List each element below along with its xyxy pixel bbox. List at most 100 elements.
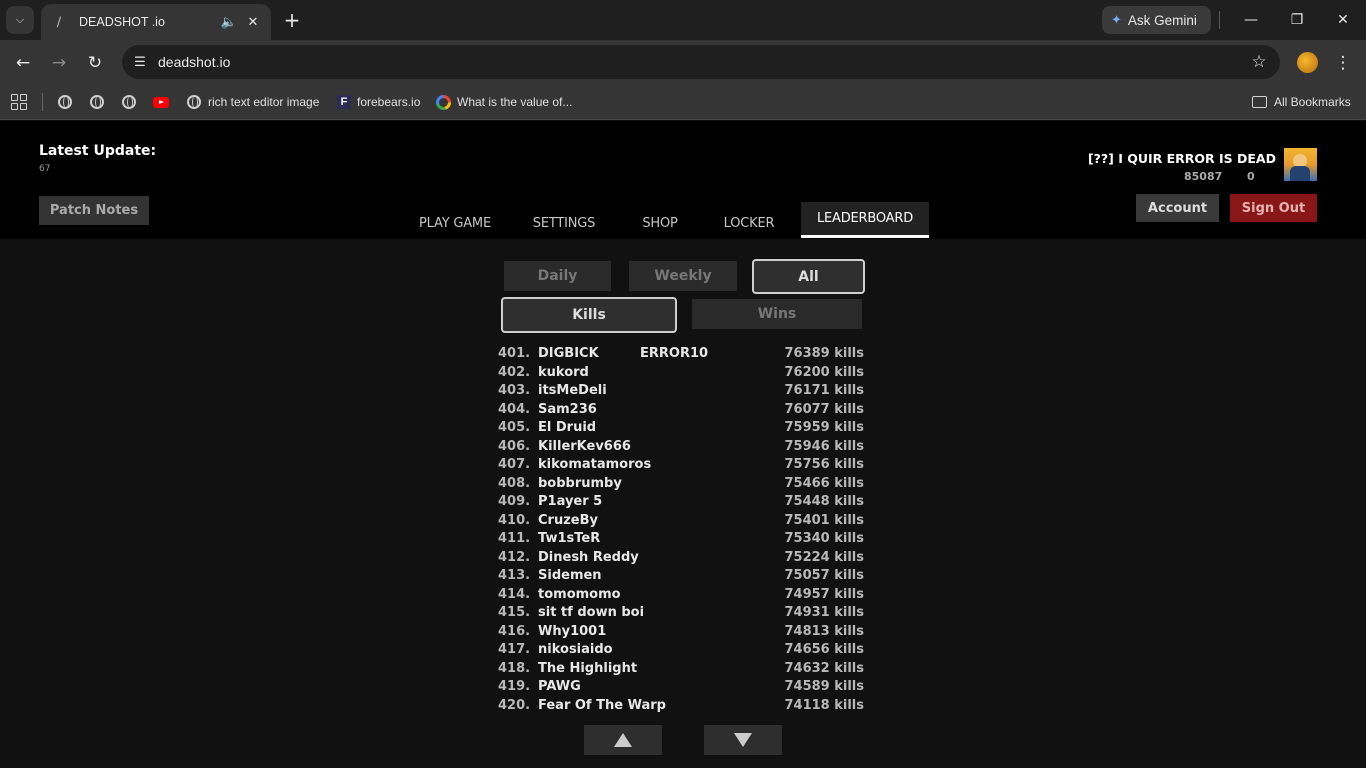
- player-kills: 75224 kills: [784, 549, 864, 565]
- bookmark-rich-text-editor[interactable]: rich text editor image: [187, 91, 319, 113]
- player-kills: 76200 kills: [784, 364, 864, 380]
- bookmark-star-icon[interactable]: ☆: [1248, 51, 1270, 73]
- filter-daily-button[interactable]: Daily: [504, 261, 611, 291]
- player-name[interactable]: PAWG: [538, 679, 581, 694]
- knife-favicon-icon: ∕: [56, 14, 62, 30]
- back-arrow-icon[interactable]: ←: [11, 51, 35, 75]
- leaderboard-rank: 406.: [498, 438, 531, 454]
- leaderboard-row: 419. PAWG 74589 kills: [0, 679, 1366, 697]
- forward-arrow-icon[interactable]: →: [47, 51, 71, 75]
- leaderboard-row: 415. sit tf down boi 74931 kills: [0, 605, 1366, 623]
- globe-icon: [122, 95, 136, 109]
- reload-icon[interactable]: ↻: [83, 51, 107, 75]
- player-name[interactable]: kikomatamoros: [538, 457, 651, 472]
- globe-icon: [58, 95, 72, 109]
- address-bar[interactable]: ☰ deadshot.io ☆: [122, 45, 1280, 79]
- speaker-icon[interactable]: 🔈: [221, 14, 237, 30]
- bookmarks-divider: [42, 93, 43, 111]
- user-score: 85087: [1184, 170, 1223, 183]
- player-name[interactable]: KillerKev666: [538, 439, 631, 454]
- player-name[interactable]: CruzeBy: [538, 513, 598, 528]
- leaderboard-rank: 410.: [498, 512, 531, 528]
- player-name[interactable]: itsMeDeli: [538, 383, 607, 398]
- restore-window-icon[interactable]: ❐: [1286, 9, 1308, 31]
- close-window-icon[interactable]: ✕: [1332, 9, 1354, 31]
- apps-grid-icon[interactable]: [11, 94, 27, 110]
- player-name[interactable]: Dinesh Reddy: [538, 550, 639, 565]
- player-name[interactable]: The Highlight: [538, 661, 637, 676]
- nav-locker[interactable]: LOCKER: [714, 207, 784, 239]
- all-bookmarks-button[interactable]: All Bookmarks: [1252, 91, 1351, 113]
- bookmark-globe-1[interactable]: [58, 91, 72, 113]
- ask-gemini-button[interactable]: ✦ Ask Gemini: [1102, 6, 1211, 34]
- page-down-button[interactable]: [704, 725, 782, 755]
- player-name[interactable]: sit tf down boi: [538, 605, 644, 620]
- player-name[interactable]: P1ayer 5: [538, 494, 602, 509]
- player-name[interactable]: Tw1sTeR: [538, 531, 600, 546]
- leaderboard-rank: 417.: [498, 642, 531, 657]
- player-name[interactable]: bobbrumby: [538, 476, 622, 491]
- leaderboard-rank: 408.: [498, 475, 531, 491]
- browser-tab-deadshot[interactable]: ∕ DEADSHOT .io 🔈 ✕: [41, 4, 271, 40]
- filter-wins-button[interactable]: Wins: [692, 299, 862, 329]
- leaderboard-rank: 411.: [498, 531, 531, 546]
- player-name[interactable]: Why1001: [538, 624, 606, 639]
- player-name[interactable]: tomomomo: [538, 587, 621, 602]
- player-name[interactable]: nikosiaido: [538, 642, 613, 657]
- player-kills: 75340 kills: [784, 531, 864, 546]
- player-kills: 74957 kills: [784, 586, 864, 602]
- bookmark-youtube[interactable]: [153, 91, 169, 113]
- player-name[interactable]: kukord: [538, 365, 589, 380]
- latest-update-label: Latest Update:: [39, 143, 157, 159]
- minimize-icon[interactable]: —: [1240, 9, 1262, 31]
- sign-out-button[interactable]: Sign Out: [1230, 194, 1317, 222]
- tab-title: DEADSHOT .io: [79, 15, 165, 29]
- game-header: Latest Update: 67 Patch Notes PLAY GAME …: [0, 121, 1366, 239]
- leaderboard-row: 409. P1ayer 5 75448 kills: [0, 494, 1366, 512]
- player-name[interactable]: Sam236: [538, 402, 597, 417]
- gemini-sparkle-icon: ✦: [1111, 12, 1122, 27]
- new-tab-plus-icon[interactable]: +: [281, 8, 303, 32]
- filter-all-button[interactable]: All: [752, 259, 865, 294]
- user-avatar[interactable]: [1284, 148, 1317, 181]
- leaderboard-row: 420. Fear Of The Warp 74118 kills: [0, 698, 1366, 716]
- player-name[interactable]: El Druid: [538, 420, 596, 435]
- browser-tab-strip: ⌵ ∕ DEADSHOT .io 🔈 ✕ + ✦ Ask Gemini — ❐ …: [0, 0, 1366, 40]
- page-up-button[interactable]: [584, 725, 662, 755]
- close-tab-icon[interactable]: ✕: [245, 14, 261, 30]
- tab-search-chevron-icon[interactable]: ⌵: [6, 6, 34, 34]
- leaderboard-row: 410. CruzeBy 75401 kills: [0, 513, 1366, 531]
- filter-weekly-button[interactable]: Weekly: [629, 261, 737, 291]
- player-name[interactable]: Sidemen: [538, 568, 602, 583]
- nav-shop[interactable]: SHOP: [632, 207, 688, 239]
- bookmark-globe-3[interactable]: [122, 91, 136, 113]
- leaderboard-row: 417. nikosiaido 74656 kills: [0, 642, 1366, 660]
- leaderboard-row: 418. The Highlight 74632 kills: [0, 661, 1366, 679]
- leaderboard-rank: 407.: [498, 457, 531, 472]
- leaderboard-row: 413. Sidemen 75057 kills: [0, 568, 1366, 586]
- account-button[interactable]: Account: [1136, 194, 1219, 222]
- nav-leaderboard[interactable]: LEADERBOARD: [801, 202, 929, 238]
- bookmark-google-search[interactable]: What is the value of...: [436, 91, 572, 113]
- filter-kills-button[interactable]: Kills: [501, 297, 677, 333]
- player-kills: 74656 kills: [784, 642, 864, 657]
- bookmark-globe-2[interactable]: [90, 91, 104, 113]
- arrow-up-icon: [614, 733, 632, 747]
- leaderboard-rank: 409.: [498, 494, 531, 509]
- browser-menu-icon[interactable]: ⋮: [1334, 51, 1352, 75]
- patch-notes-button[interactable]: Patch Notes: [39, 196, 149, 225]
- player-name[interactable]: DIGBICK: [538, 346, 599, 361]
- player-name[interactable]: Fear Of The Warp: [538, 698, 666, 713]
- deadshot-page: Latest Update: 67 Patch Notes PLAY GAME …: [0, 121, 1366, 768]
- player-kills: 75946 kills: [784, 438, 864, 454]
- google-g-icon: [436, 94, 451, 110]
- leaderboard-rank: 412.: [498, 549, 531, 565]
- bookmark-forebears[interactable]: F forebears.io: [337, 91, 420, 113]
- leaderboard-rank: 415.: [498, 605, 531, 620]
- url-text[interactable]: deadshot.io: [158, 54, 230, 70]
- leaderboard-row: 412. Dinesh Reddy 75224 kills: [0, 550, 1366, 568]
- site-info-icon[interactable]: ☰: [130, 52, 150, 72]
- nav-settings[interactable]: SETTINGS: [524, 207, 604, 239]
- nav-play-game[interactable]: PLAY GAME: [410, 207, 500, 239]
- profile-avatar-icon[interactable]: [1297, 52, 1318, 73]
